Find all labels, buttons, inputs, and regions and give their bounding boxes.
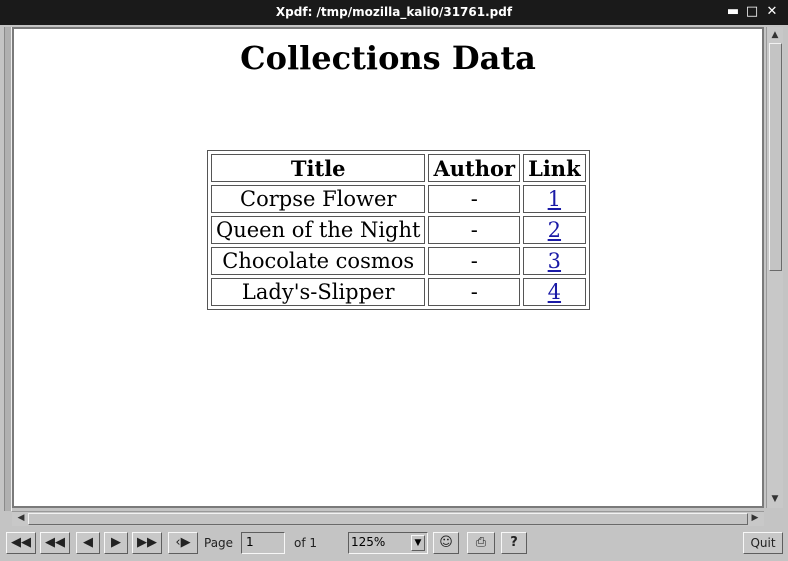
page-label: Page (204, 536, 234, 550)
collections-table: Title Author Link Corpse Flower - 1 Quee… (207, 150, 590, 310)
page-number-input[interactable]: 1 (241, 532, 285, 554)
page-total: of 1 (294, 536, 318, 550)
cell-link: 2 (523, 216, 586, 244)
scroll-left-icon[interactable]: ◀ (14, 512, 28, 524)
skip-back-icon[interactable]: ◀◀ (40, 532, 70, 554)
cell-link: 3 (523, 247, 586, 275)
close-icon[interactable]: ✕ (763, 3, 781, 21)
table-row: Queen of the Night - 2 (211, 216, 586, 244)
table-row: Corpse Flower - 1 (211, 185, 586, 213)
horizontal-scrollbar[interactable]: ◀ ▶ (12, 511, 764, 526)
table-row: Lady's-Slipper - 4 (211, 278, 586, 306)
link-4[interactable]: 4 (548, 280, 561, 304)
cell-link: 1 (523, 185, 586, 213)
cell-title: Lady's-Slipper (211, 278, 426, 306)
quit-button[interactable]: Quit (743, 532, 783, 554)
column-header-author: Author (428, 154, 521, 182)
cell-author: - (428, 216, 521, 244)
first-page-icon[interactable]: ◀◀ (6, 532, 36, 554)
window-title: Xpdf: /tmp/mozilla_kali0/31761.pdf (275, 5, 513, 19)
next-icon[interactable]: ▶ (104, 532, 128, 554)
scroll-down-icon[interactable]: ▼ (768, 493, 782, 505)
chevron-down-icon[interactable]: ▼ (411, 535, 425, 551)
cell-title: Corpse Flower (211, 185, 426, 213)
cell-author: - (428, 247, 521, 275)
zoom-value: 125% (351, 535, 386, 549)
scroll-up-icon[interactable]: ▲ (768, 29, 782, 41)
printer-icon[interactable]: ⎙ (467, 532, 495, 554)
link-3[interactable]: 3 (548, 249, 561, 273)
history-back-icon[interactable]: ‹▶ (168, 532, 198, 554)
page-title: Collections Data (240, 39, 536, 77)
column-header-title: Title (211, 154, 426, 182)
cell-author: - (428, 185, 521, 213)
binoculars-icon[interactable]: ☺ (433, 532, 459, 554)
skip-forward-icon[interactable]: ▶▶ (132, 532, 162, 554)
help-button[interactable]: ? (501, 532, 527, 554)
zoom-select[interactable]: 125% ▼ (348, 532, 428, 554)
column-header-link: Link (523, 154, 586, 182)
maximize-icon[interactable]: □ (743, 3, 761, 21)
cell-link: 4 (523, 278, 586, 306)
left-gutter (4, 27, 12, 511)
cell-title: Chocolate cosmos (211, 247, 426, 275)
cell-title: Queen of the Night (211, 216, 426, 244)
minimize-icon[interactable]: ▬ (724, 3, 742, 21)
pdf-viewport[interactable]: Collections Data Title Author Link Corps… (12, 27, 764, 508)
link-1[interactable]: 1 (548, 187, 561, 211)
prev-icon[interactable]: ◀ (76, 532, 100, 554)
table-header-row: Title Author Link (211, 154, 586, 182)
scroll-right-icon[interactable]: ▶ (748, 512, 762, 524)
cell-author: - (428, 278, 521, 306)
window-titlebar: Xpdf: /tmp/mozilla_kali0/31761.pdf ▬ □ ✕ (0, 0, 788, 25)
toolbar: ◀◀ ◀◀ ◀ ▶ ▶▶ ‹▶ Page 1 of 1 125% ▼ ☺ ⎙ ?… (0, 527, 788, 561)
vertical-scroll-thumb[interactable] (769, 43, 782, 271)
vertical-scrollbar[interactable]: ▲ ▼ (766, 27, 783, 508)
table-row: Chocolate cosmos - 3 (211, 247, 586, 275)
link-2[interactable]: 2 (548, 218, 561, 242)
horizontal-scroll-thumb[interactable] (28, 513, 748, 525)
